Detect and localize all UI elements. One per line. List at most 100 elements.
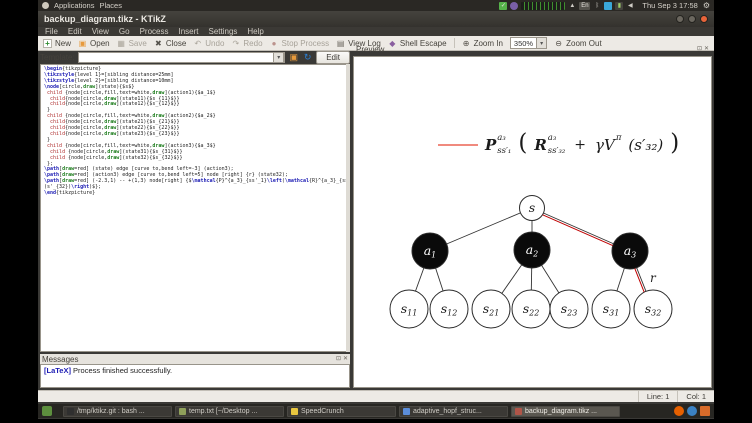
red-edge-action3-s32 [634, 268, 645, 293]
top-panel: Applications Places ✓ ▲ En ᛒ ▮ ◀ Thu Sep 3 17… [38, 0, 714, 11]
undo-icon: ↶ [194, 38, 202, 48]
template-open-folder-icon[interactable]: ▣ [288, 52, 299, 63]
toolbar-button-label: New [55, 38, 72, 48]
maximize-button[interactable] [688, 15, 696, 23]
editor-scrollbar[interactable] [346, 64, 350, 352]
template-label: Template: [40, 52, 75, 62]
log-prefix: [LaTeX] [44, 366, 71, 375]
code-line: \end{tikzpicture} [44, 190, 96, 197]
toolbar-button-label: Close [165, 38, 187, 48]
system-monitor-graph[interactable] [521, 1, 566, 10]
redo-icon: ↷ [232, 38, 240, 48]
session-menu-gear-icon[interactable]: ⚙ [703, 1, 710, 10]
menu-edit[interactable]: Edit [68, 27, 82, 36]
template-row: Template: ▾ ▣ ↻ Edit [40, 50, 350, 64]
toolbar-button-new[interactable]: + New [43, 38, 72, 48]
menu-file[interactable]: File [45, 27, 58, 36]
code-editor[interactable]: \begin{tikzpicture} \tikzstyle{level 1}=[… [40, 64, 350, 352]
web-browser-icon[interactable] [687, 406, 697, 416]
taskbar-item-label: temp.txt [~/Desktop ... [189, 407, 258, 415]
dock-close-icon[interactable]: ✕ [343, 356, 348, 363]
editor-pane: Template: ▾ ▣ ↻ Edit \begin{tikzpicture}… [40, 50, 352, 388]
firefox-icon[interactable] [674, 406, 684, 416]
applications-menu[interactable]: Applications [54, 1, 94, 10]
reward-label: r [650, 271, 657, 285]
preview-canvas[interactable]: Pa₃ ss′₁(Ra₃ ss′₃₂ + γV π (s′₃₂)) s a1 a2 a3 s11 s1… [353, 56, 712, 388]
template-combobox[interactable]: ▾ [77, 51, 286, 63]
menu-insert[interactable]: Insert [178, 27, 198, 36]
terminal-indicator-icon[interactable] [604, 1, 613, 10]
toolbar-button-label: Save [128, 38, 147, 48]
screenshot-stage: Applications Places ✓ ▲ En ᛒ ▮ ◀ Thu Sep 3 17… [0, 0, 752, 423]
minimize-button[interactable] [676, 15, 684, 23]
statusbar: Line: 1 Col: 1 [38, 390, 714, 402]
save-icon: ▦ [117, 38, 125, 48]
messages-title: Messages [42, 354, 79, 364]
preview-header: Preview ⊡ ✕ [353, 42, 712, 56]
close-file-icon: ✖ [154, 38, 162, 48]
show-desktop-button[interactable] [42, 406, 52, 416]
menu-process[interactable]: Process [140, 27, 169, 36]
workspace-switcher-icon[interactable] [700, 406, 710, 416]
text-editor-task-icon [179, 407, 186, 415]
dock-close-icon[interactable]: ✕ [704, 46, 709, 53]
stop-process-icon: ● [271, 38, 277, 48]
template-edit-button[interactable]: Edit [316, 50, 350, 64]
preview-title: Preview [356, 44, 385, 54]
toolbar-button-open[interactable]: ▣ Open [78, 39, 110, 48]
messages-log: [LaTeX] Process finished successfully. [40, 364, 350, 388]
close-button[interactable] [700, 15, 708, 23]
open-folder-icon: ▣ [78, 38, 87, 48]
toolbar-button-redo: ↷ Redo [231, 38, 263, 48]
taskbar-item-adaptive-hopf[interactable]: adaptive_hopf_struc... [399, 405, 508, 417]
dock-float-icon[interactable]: ⊡ [336, 356, 341, 363]
terminal-task-icon [67, 407, 74, 415]
dock-float-icon[interactable]: ⊡ [697, 46, 702, 53]
wifi-icon[interactable]: ▲ [568, 2, 576, 10]
window-title: backup_diagram.tikz - KTikZ [44, 14, 166, 24]
menu-go[interactable]: Go [119, 27, 130, 36]
ktikz-task-icon [515, 407, 522, 415]
preview-pane: Preview ⊡ ✕ Pa₃ ss′₁(Ra₃ ss′₃₂ + γV π (s′₃₂)) … [353, 42, 712, 388]
taskbar-item-tmp-ktikz-git[interactable]: /tmp/ktikz.git : bash ... [63, 405, 172, 417]
menu-help[interactable]: Help [247, 27, 263, 36]
toolbar-button-label: Redo [243, 38, 263, 48]
window-titlebar[interactable]: backup_diagram.tikz - KTikZ [38, 11, 714, 27]
template-reload-icon[interactable]: ↻ [302, 52, 313, 63]
toolbar-button-label: Undo [205, 38, 225, 48]
battery-icon[interactable]: ▮ [615, 1, 624, 10]
menubar: File Edit View Go Process Insert Settings Help [38, 27, 714, 36]
toolbar-button-close[interactable]: ✖ Close [154, 39, 186, 48]
messages-dock: Messages ⊡ ✕ [LaTeX] Process finished su… [40, 354, 350, 388]
red-edge-root-action3 [542, 214, 613, 247]
volume-icon[interactable]: ◀ [626, 2, 634, 10]
taskbar-item-label: backup_diagram.tikz ... [525, 407, 597, 415]
places-menu[interactable]: Places [99, 1, 122, 10]
taskbar-item-label: /tmp/ktikz.git : bash ... [77, 407, 145, 415]
new-document-icon: + [43, 38, 52, 48]
clock[interactable]: Thu Sep 3 17:58 [642, 1, 697, 10]
taskbar: /tmp/ktikz.git : bash ... temp.txt [~/Des… [38, 404, 714, 418]
messenger-ok-icon[interactable]: ✓ [499, 1, 508, 10]
template-dropdown-arrow-icon[interactable]: ▾ [273, 51, 285, 63]
bluetooth-icon[interactable]: ᛒ [593, 2, 601, 10]
taskbar-tray [674, 406, 710, 416]
toolbar-button-label: Stop Process [281, 38, 330, 48]
toolbar-button-label: Open [90, 38, 110, 48]
distro-logo-icon[interactable] [42, 2, 49, 9]
taskbar-item-speedcrunch[interactable]: SpeedCrunch [287, 405, 396, 417]
taskbar-item-label: adaptive_hopf_struc... [413, 407, 482, 415]
taskbar-item-temp-txt-de[interactable]: temp.txt [~/Desktop ... [175, 405, 284, 417]
taskbar-item-backup-diagram[interactable]: backup_diagram.tikz ... [511, 405, 620, 417]
cursor-col-indicator: Col: 1 [677, 391, 714, 402]
menu-settings[interactable]: Settings [208, 27, 237, 36]
desktop: Applications Places ✓ ▲ En ᛒ ▮ ◀ Thu Sep 3 17… [38, 0, 714, 419]
toolbar-button-stop-process: ● Stop Process [270, 39, 330, 48]
timer-icon[interactable] [510, 1, 519, 10]
keyboard-layout-indicator[interactable]: En [579, 1, 591, 10]
view-log-icon: ▤ [336, 38, 345, 48]
state-label-s: s [529, 200, 535, 215]
menu-view[interactable]: View [92, 27, 109, 36]
taskbar-item-label: SpeedCrunch [301, 407, 344, 415]
document-task-icon [403, 407, 410, 415]
